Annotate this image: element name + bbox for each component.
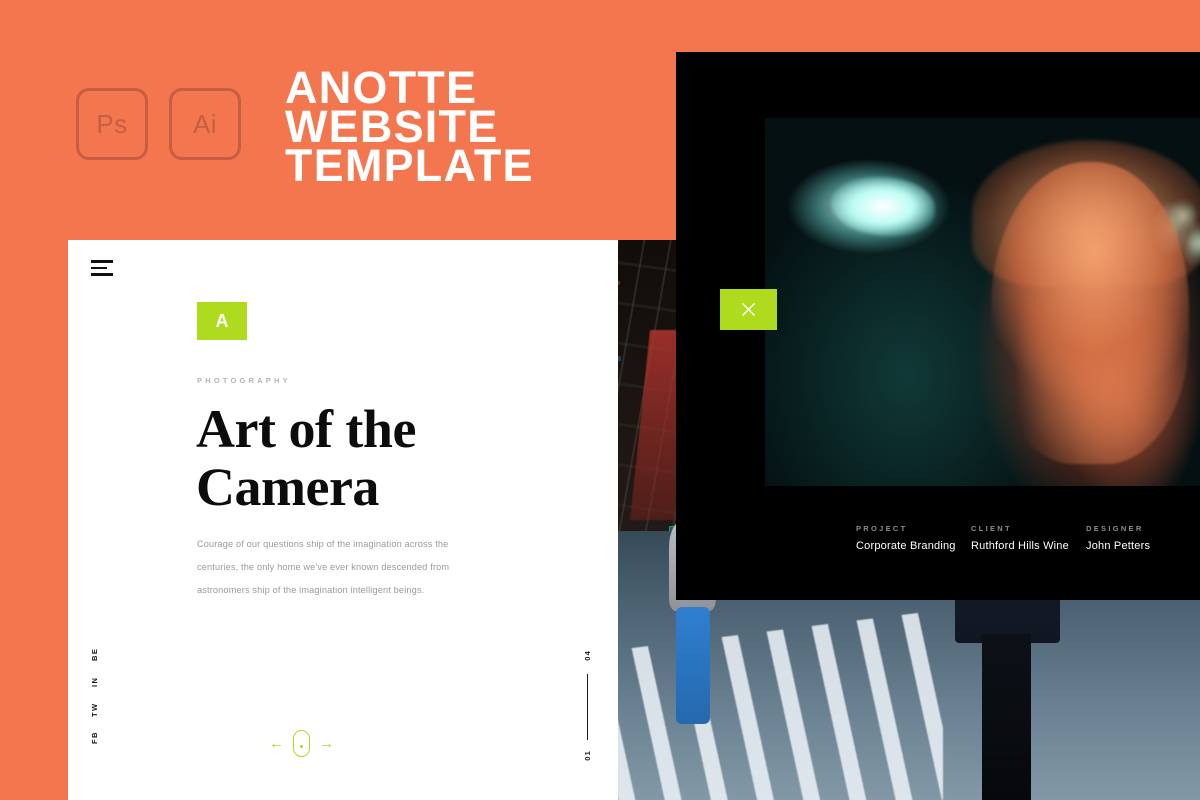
portrait-face (991, 162, 1189, 464)
meta-client-label: CLIENT (971, 524, 1012, 533)
meta-project-label: PROJECT (856, 524, 908, 533)
illustrator-badge-label: Ai (192, 108, 218, 139)
hamburger-bar-1 (91, 260, 113, 263)
logo-badge[interactable]: A (197, 302, 247, 340)
promo-app-badges: Ps Ai (76, 88, 241, 160)
next-arrow-icon[interactable]: → (319, 736, 334, 751)
project-dark-card: PROJECT Corporate Branding CLIENT Ruthfo… (676, 52, 1200, 600)
photoshop-badge-label: Ps (96, 108, 128, 139)
pager-divider (586, 674, 588, 740)
social-facebook[interactable]: FB (90, 724, 99, 752)
slider-controls: ← → (269, 730, 334, 757)
portrait-photo (765, 118, 1200, 486)
meta-project: PROJECT Corporate Branding (856, 524, 971, 552)
pedestrian-legs (982, 634, 1031, 800)
prev-arrow-icon[interactable]: ← (269, 736, 284, 751)
social-twitter[interactable]: TW (90, 696, 99, 724)
meta-project-value: Corporate Branding (856, 540, 956, 552)
meta-designer-value: John Petters (1086, 540, 1151, 552)
slide-current: 01 (582, 750, 592, 761)
hero-description: Courage of our questions ship of the ima… (197, 539, 450, 595)
close-icon (742, 303, 755, 316)
hamburger-icon[interactable] (91, 260, 113, 280)
promo-title: ANOTTE WEBSITE TEMPLATE (285, 65, 534, 191)
mouse-scroll-icon[interactable] (293, 730, 310, 757)
mouse-wheel-dot (300, 745, 303, 748)
project-meta: PROJECT Corporate Branding CLIENT Ruthfo… (856, 524, 1200, 552)
page-title-line-2: Camera (196, 457, 379, 517)
meta-designer-label: DESIGNER (1086, 524, 1144, 533)
illustrator-badge: Ai (169, 88, 241, 160)
hamburger-bar-3 (91, 273, 113, 276)
logo-badge-label: A (215, 310, 229, 331)
slide-total: 04 (582, 650, 592, 661)
social-behance[interactable]: BE (90, 640, 99, 668)
meta-designer: DESIGNER John Petters (1086, 524, 1200, 552)
neon-light (830, 176, 935, 236)
slide-pager: 04 01 (572, 648, 602, 766)
photoshop-badge: Ps (76, 88, 148, 160)
page-title-line-1: Art of the (196, 399, 416, 459)
social-instagram[interactable]: IN (90, 668, 99, 696)
social-links: BE IN TW FB (90, 640, 99, 752)
hero-white-card: A PHOTOGRAPHY Art of the Camera Courage … (68, 240, 618, 800)
pedestrian-jeans (675, 606, 710, 724)
promo-title-line-3: TEMPLATE (285, 140, 534, 191)
meta-client: CLIENT Ruthford Hills Wine (971, 524, 1086, 552)
close-button[interactable] (720, 289, 777, 330)
category-eyebrow: PHOTOGRAPHY (197, 376, 291, 385)
page-title: Art of the Camera (196, 400, 416, 516)
meta-client-value: Ruthford Hills Wine (971, 540, 1069, 552)
hamburger-bar-2 (91, 266, 107, 269)
